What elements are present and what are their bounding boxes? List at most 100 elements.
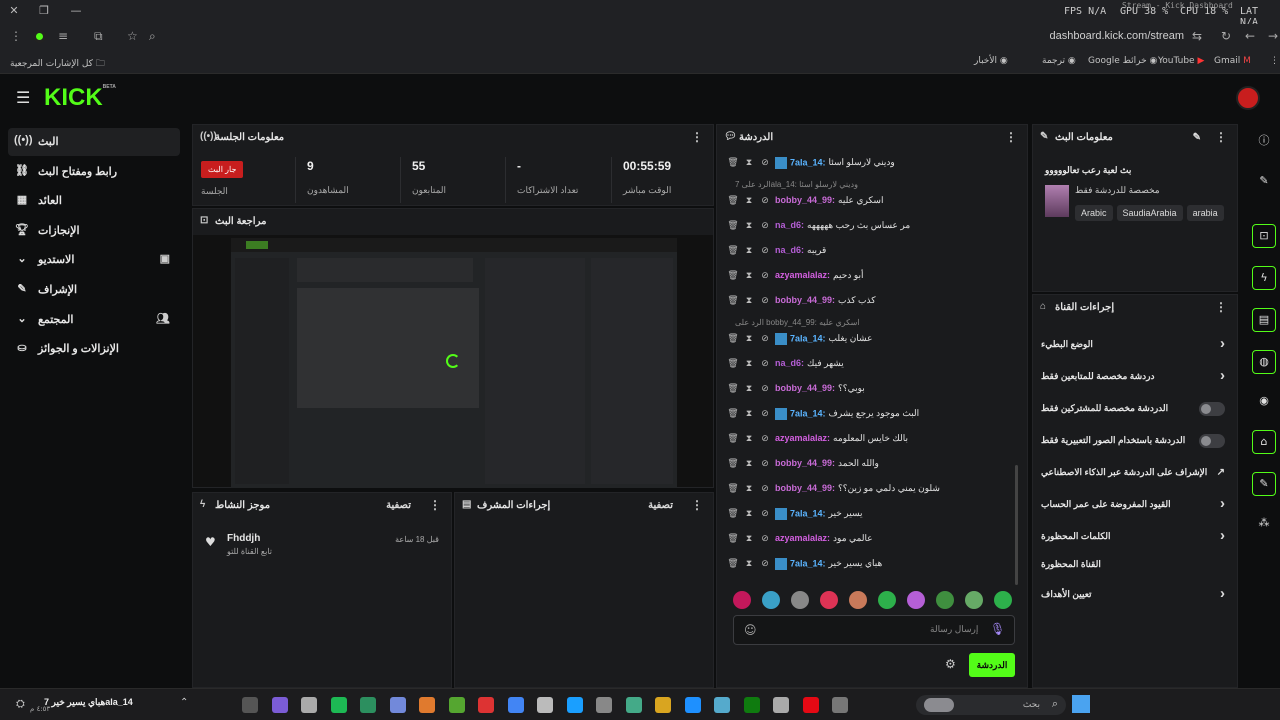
taskbar-app-icon[interactable] xyxy=(419,697,435,713)
sidebar-item-moderation[interactable]: ✎ الإشراف xyxy=(8,276,180,304)
ban-icon[interactable]: ⊘ xyxy=(759,408,771,419)
taskbar-app-icon[interactable] xyxy=(330,697,347,713)
chat-username[interactable]: 7ala_14: xyxy=(790,508,826,518)
media-now-playing[interactable]: هباي يسير خير 7ala_14 xyxy=(44,697,133,708)
chat-username[interactable]: bobby_44_99: xyxy=(775,195,835,205)
ban-icon[interactable]: ⊘ xyxy=(759,383,771,394)
more-options-icon[interactable]: ⋮ xyxy=(691,498,703,512)
edit-pencil-icon[interactable]: ✎ xyxy=(1252,170,1276,194)
taskbar-app-icon[interactable] xyxy=(478,697,494,713)
ban-icon[interactable]: ⊘ xyxy=(759,458,771,469)
timeout-icon[interactable]: ⧗ xyxy=(743,295,755,306)
delete-icon[interactable]: 🗑︎ xyxy=(727,333,739,344)
chat-message[interactable]: 🗑︎ ⧗ ⊘ bobby_44_99: شلون يمني دلمي مو زين؟؟ xyxy=(727,483,997,503)
delete-icon[interactable]: 🗑︎ xyxy=(727,433,739,444)
chat-message[interactable]: 🗑︎ ⧗ ⊘ azyamalalaz: بالك خايس المعلومه xyxy=(727,433,997,453)
broadcast-icon[interactable]: ◉ xyxy=(1252,390,1276,414)
stream-video[interactable] xyxy=(231,238,677,488)
emote-icon[interactable] xyxy=(878,591,896,609)
delete-icon[interactable]: 🗑︎ xyxy=(727,195,739,206)
emote-icon[interactable] xyxy=(907,591,925,609)
ban-icon[interactable]: ⊘ xyxy=(759,157,771,168)
slow-mode-row[interactable]: الوضع البطيء › xyxy=(1041,333,1229,357)
ban-icon[interactable]: ⊘ xyxy=(759,508,771,519)
delete-icon[interactable]: 🗑︎ xyxy=(727,533,739,544)
filter-button[interactable]: تصفية xyxy=(386,500,411,511)
chat-message[interactable]: 🗑︎ ⧗ ⊘ azyamalalaz: عالمي مود xyxy=(727,533,997,553)
taskbar-app-icon[interactable] xyxy=(448,697,465,713)
ban-icon[interactable]: ⊘ xyxy=(759,195,771,206)
ban-icon[interactable]: ⊘ xyxy=(759,333,771,344)
ban-icon[interactable]: ⊘ xyxy=(759,558,771,569)
chat-message[interactable]: 🗑︎ ⧗ ⊘ 7ala_14: هباي يسير خير xyxy=(727,558,997,578)
tune-icon[interactable]: ≡ xyxy=(58,29,68,43)
taskbar-app-icon[interactable] xyxy=(507,697,524,713)
windows-start-icon[interactable] xyxy=(1072,695,1090,713)
taskbar-app-icon[interactable] xyxy=(773,697,789,713)
chat-username[interactable]: na_d6: xyxy=(775,220,804,230)
taskbar-app-icon[interactable] xyxy=(301,697,317,713)
chat-message[interactable]: 🗑︎ ⧗ ⊘ bobby_44_99: اسكري عليه xyxy=(727,195,997,215)
delete-icon[interactable]: 🗑︎ xyxy=(727,408,739,419)
ai-moderation-row[interactable]: الإشراف على الدردشة عبر الذكاء الاصطناعي… xyxy=(1041,461,1229,485)
delete-icon[interactable]: 🗑︎ xyxy=(727,458,739,469)
timeout-icon[interactable]: ⧗ xyxy=(743,220,755,231)
url-input[interactable]: dashboard.kick.com/stream xyxy=(1050,30,1185,42)
back-icon[interactable]: → xyxy=(1268,29,1278,43)
taskbar-app-icon[interactable] xyxy=(802,697,819,713)
chat-input[interactable]: ☺ إرسال رسالة 🎙︎ xyxy=(733,615,1015,645)
timeout-icon[interactable]: ⧗ xyxy=(743,508,755,519)
sidebar-item-studio[interactable]: ⌄ الاستديو ▣ xyxy=(8,246,180,274)
chat-username[interactable]: 7ala_14: xyxy=(790,157,826,167)
emote-icon[interactable] xyxy=(994,591,1012,609)
chat-username[interactable]: bobby_44_99: xyxy=(775,458,835,468)
chat-message[interactable]: 🗑︎ ⧗ ⊘ bobby_44_99: والله الحمد xyxy=(727,458,997,478)
forward-icon[interactable]: ← xyxy=(1245,29,1255,43)
menu-dots-icon[interactable]: ⋮ xyxy=(10,29,22,43)
emote-icon[interactable] xyxy=(936,591,954,609)
emote-icon[interactable] xyxy=(820,591,838,609)
bookmark-star-icon[interactable]: ☆ xyxy=(127,29,138,43)
taskbar-app-icon[interactable] xyxy=(714,697,730,713)
microphone-icon[interactable]: 🎙︎ xyxy=(990,622,1005,636)
bookmark-translate[interactable]: ترجمة ◉ xyxy=(1042,56,1076,66)
delete-icon[interactable]: 🗑︎ xyxy=(727,358,739,369)
tag-badge[interactable]: SaudiaArabia xyxy=(1116,205,1183,221)
ban-icon[interactable]: ⊘ xyxy=(759,220,771,231)
tag-badge[interactable]: Arabic xyxy=(1075,205,1113,221)
ban-icon[interactable]: ⊘ xyxy=(759,433,771,444)
banned-words-row[interactable]: الكلمات المحظورة › xyxy=(1041,525,1229,549)
bolt-icon[interactable]: ϟ xyxy=(1252,266,1276,290)
chat-message[interactable]: 🗑︎ ⧗ ⊘ 7ala_14: وديني لارسلو اسئا xyxy=(727,157,997,177)
ban-icon[interactable]: ⊘ xyxy=(759,270,771,281)
preview-icon[interactable]: ⊡ xyxy=(1252,224,1276,248)
ban-icon[interactable]: ⊘ xyxy=(759,358,771,369)
chat-message[interactable]: 🗑︎ ⧗ ⊘ 7ala_14: يسير خير xyxy=(727,508,997,528)
chat-message[interactable]: 🗑︎ ⧗ ⊘ bobby_44_99: بوبي؟؟ xyxy=(727,383,997,403)
delete-icon[interactable]: 🗑︎ xyxy=(727,220,739,231)
timeout-icon[interactable]: ⧗ xyxy=(743,408,755,419)
info-icon[interactable]: ⓘ xyxy=(1252,130,1276,154)
chat-message[interactable]: 🗑︎ ⧗ ⊘ 7ala_14: عشان يغلب xyxy=(727,333,997,353)
delete-icon[interactable]: 🗑︎ xyxy=(727,270,739,281)
bookmark-all[interactable]: كل الإشارات المرجعية 🗀 xyxy=(10,56,105,72)
taskbar-app-icon[interactable] xyxy=(566,697,583,713)
taskbar-app-icon[interactable] xyxy=(271,697,288,713)
delete-icon[interactable]: 🗑︎ xyxy=(727,295,739,306)
timeout-icon[interactable]: ⧗ xyxy=(743,433,755,444)
bookmark-news[interactable]: الأخبار ◉ xyxy=(974,56,1008,66)
delete-icon[interactable]: 🗑︎ xyxy=(727,508,739,519)
taskbar-app-icon[interactable] xyxy=(537,697,553,713)
emote-icon[interactable] xyxy=(762,591,780,609)
account-age-row[interactable]: القيود المفروضة على عمر الحساب › xyxy=(1041,493,1229,517)
chat-username[interactable]: azyamalalaz: xyxy=(775,433,830,443)
reload-icon[interactable]: ↻ xyxy=(1221,29,1231,43)
chat-username[interactable]: na_d6: xyxy=(775,245,804,255)
site-settings-icon[interactable]: ⇆ xyxy=(1192,29,1202,43)
bookmark-maps[interactable]: Google خرائط ◉ xyxy=(1088,56,1157,66)
timeout-icon[interactable]: ⧗ xyxy=(743,270,755,281)
channel-icon[interactable]: ⌂ xyxy=(1252,430,1276,454)
chat-scrollbar[interactable] xyxy=(1015,465,1018,585)
zoom-icon[interactable]: ⌕ xyxy=(149,29,156,44)
chat-username[interactable]: 7ala_14: xyxy=(790,408,826,418)
